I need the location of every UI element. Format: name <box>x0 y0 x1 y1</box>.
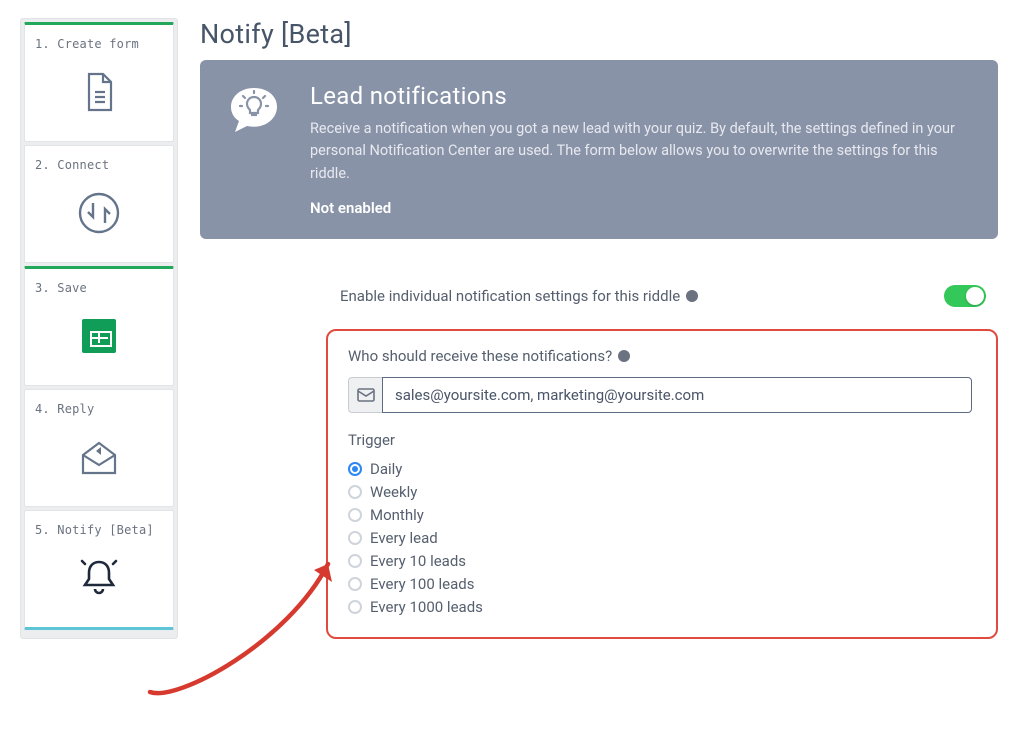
trigger-option-label: Monthly <box>370 506 424 524</box>
banner-status: Not enabled <box>310 199 970 217</box>
google-sheets-icon <box>82 319 116 353</box>
recipients-input[interactable] <box>382 377 972 413</box>
document-icon <box>75 68 123 116</box>
trigger-option[interactable]: Every 1000 leads <box>348 597 972 617</box>
trigger-option[interactable]: Every lead <box>348 528 972 548</box>
enable-label-text: Enable individual notification settings … <box>340 287 680 305</box>
step-label: 1. Create form <box>35 37 139 51</box>
sidebar-step-create-form[interactable]: 1. Create form <box>24 22 174 142</box>
lightbulb-speech-icon <box>226 84 282 140</box>
bell-icon <box>75 554 123 602</box>
email-icon <box>348 377 382 413</box>
radio-icon <box>348 462 362 476</box>
trigger-option[interactable]: Every 100 leads <box>348 574 972 594</box>
recipients-label: Who should receive these notifications? <box>348 347 972 365</box>
trigger-option-label: Every 1000 leads <box>370 598 483 616</box>
step-label: 4. Reply <box>35 402 94 416</box>
notification-settings-panel: Who should receive these notifications? … <box>326 329 998 639</box>
radio-icon <box>348 508 362 522</box>
info-icon[interactable] <box>618 350 630 362</box>
trigger-option-label: Weekly <box>370 483 417 501</box>
enable-toggle[interactable] <box>944 285 986 307</box>
sync-icon <box>75 189 123 237</box>
page-title: Notify [Beta] <box>200 18 998 50</box>
sidebar-step-connect[interactable]: 2. Connect <box>24 145 174 263</box>
trigger-option[interactable]: Daily <box>348 459 972 479</box>
trigger-option[interactable]: Monthly <box>348 505 972 525</box>
trigger-option-label: Daily <box>370 460 402 478</box>
info-icon[interactable] <box>686 290 698 302</box>
radio-icon <box>348 554 362 568</box>
main-content: Notify [Beta] Lead notifications Receive… <box>200 18 998 639</box>
radio-icon <box>348 531 362 545</box>
trigger-radio-group: Daily Weekly Monthly Every lead Every 10 lea… <box>348 459 972 617</box>
sidebar-step-notify[interactable]: 5. Notify [Beta] <box>24 510 174 630</box>
trigger-option-label: Every 100 leads <box>370 575 474 593</box>
lead-notifications-banner: Lead notifications Receive a notificatio… <box>200 60 998 239</box>
banner-description: Receive a notification when you got a ne… <box>310 118 970 185</box>
reply-mail-icon <box>75 433 123 481</box>
sidebar-step-save[interactable]: 3. Save <box>24 266 174 386</box>
step-label: 3. Save <box>35 281 87 295</box>
step-label: 5. Notify [Beta] <box>35 523 154 537</box>
banner-title: Lead notifications <box>310 82 970 110</box>
step-label: 2. Connect <box>35 158 109 172</box>
sidebar: 1. Create form 2. Connect 3. Save <box>20 18 178 639</box>
radio-icon <box>348 485 362 499</box>
enable-label: Enable individual notification settings … <box>340 287 698 305</box>
sidebar-step-reply[interactable]: 4. Reply <box>24 389 174 507</box>
trigger-option-label: Every lead <box>370 529 438 547</box>
radio-icon <box>348 600 362 614</box>
enable-row: Enable individual notification settings … <box>340 285 992 307</box>
trigger-option[interactable]: Weekly <box>348 482 972 502</box>
trigger-heading: Trigger <box>348 431 972 449</box>
trigger-option-label: Every 10 leads <box>370 552 466 570</box>
recipients-label-text: Who should receive these notifications? <box>348 347 612 365</box>
radio-icon <box>348 577 362 591</box>
trigger-option[interactable]: Every 10 leads <box>348 551 972 571</box>
